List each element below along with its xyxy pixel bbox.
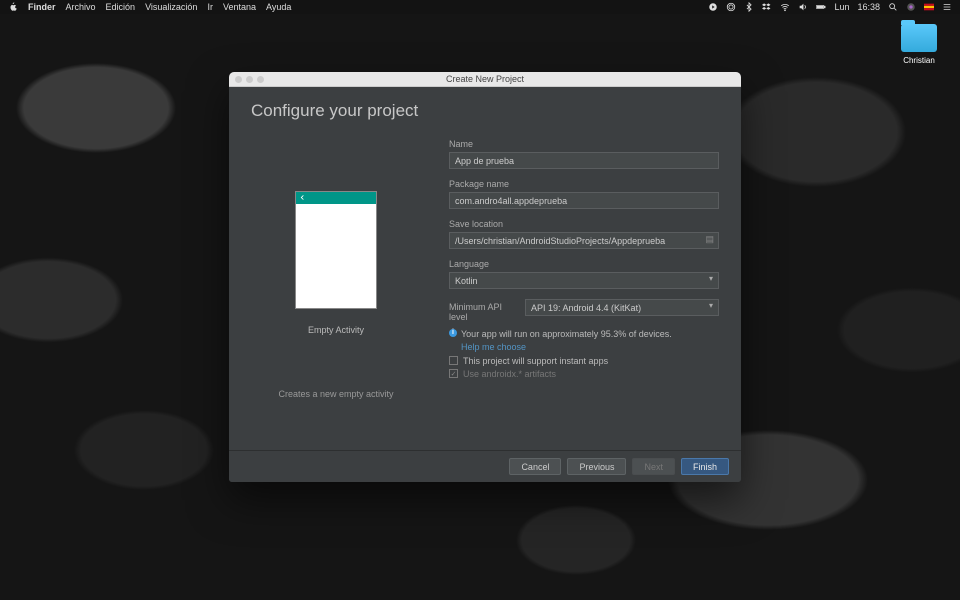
package-label: Package name [449,179,719,189]
desktop-folder-label: Christian [896,56,942,65]
info-icon: i [449,329,457,337]
device-coverage-info: i Your app will run on approximately 95.… [449,328,719,342]
siri-icon[interactable] [906,2,916,12]
close-traffic-icon[interactable] [235,76,242,83]
status-icon[interactable] [708,2,718,12]
menubar-time[interactable]: 16:38 [857,2,880,12]
desktop-folder[interactable]: Christian [896,24,942,65]
save-location-label: Save location [449,219,719,229]
menubar-item-visualizacion[interactable]: Visualización [145,2,197,12]
traffic-lights [229,76,264,83]
menubar-item-archivo[interactable]: Archivo [66,2,96,12]
zoom-traffic-icon[interactable] [257,76,264,83]
next-button: Next [632,458,675,475]
menubar-app-name[interactable]: Finder [28,2,56,12]
page-heading: Configure your project [251,101,719,121]
volume-icon[interactable] [798,2,808,12]
previous-button[interactable]: Previous [567,458,626,475]
name-label: Name [449,139,719,149]
display-icon[interactable] [726,2,736,12]
flag-icon[interactable] [924,2,934,12]
finish-button[interactable]: Finish [681,458,729,475]
androidx-checkbox-row: ✓ Use androidx.* artifacts [449,369,719,379]
androidx-label: Use androidx.* artifacts [463,369,556,379]
language-label: Language [449,259,719,269]
api-level-label: Minimum API level [449,299,521,322]
instant-apps-checkbox[interactable] [449,356,458,365]
minimize-traffic-icon[interactable] [246,76,253,83]
spotlight-icon[interactable] [888,2,898,12]
window-titlebar[interactable]: Create New Project [229,72,741,87]
macos-menubar: Finder Archivo Edición Visualización Ir … [0,0,960,14]
menubar-item-edicion[interactable]: Edición [106,2,136,12]
wifi-icon[interactable] [780,2,790,12]
instant-apps-label: This project will support instant apps [463,356,608,366]
save-location-input[interactable]: /Users/christian/AndroidStudioProjects/A… [449,232,719,249]
notifications-icon[interactable] [942,2,952,12]
instant-apps-checkbox-row: This project will support instant apps [449,356,719,366]
apple-menu-icon[interactable] [8,2,18,12]
menubar-day[interactable]: Lun [834,2,849,12]
folder-icon [901,24,937,52]
dropbox-icon[interactable] [762,2,772,12]
language-select[interactable]: Kotlin [449,272,719,289]
wizard-footer: Cancel Previous Next Finish [229,450,741,482]
cancel-button[interactable]: Cancel [509,458,561,475]
package-input[interactable]: com.andro4all.appdeprueba [449,192,719,209]
bluetooth-icon[interactable] [744,2,754,12]
template-description: Creates a new empty activity [278,389,393,399]
menubar-item-ventana[interactable]: Ventana [223,2,256,12]
template-preview [295,191,377,309]
project-wizard-window: Create New Project Configure your projec… [229,72,741,482]
window-title: Create New Project [229,74,741,84]
help-me-choose-link[interactable]: Help me choose [449,342,719,352]
battery-icon[interactable] [816,2,826,12]
name-input[interactable]: App de prueba [449,152,719,169]
api-level-select[interactable]: API 19: Android 4.4 (KitKat) [525,299,719,316]
menubar-item-ayuda[interactable]: Ayuda [266,2,291,12]
menubar-item-ir[interactable]: Ir [207,2,213,12]
template-name-label: Empty Activity [308,325,364,335]
androidx-checkbox: ✓ [449,369,458,378]
back-arrow-icon [299,192,306,204]
